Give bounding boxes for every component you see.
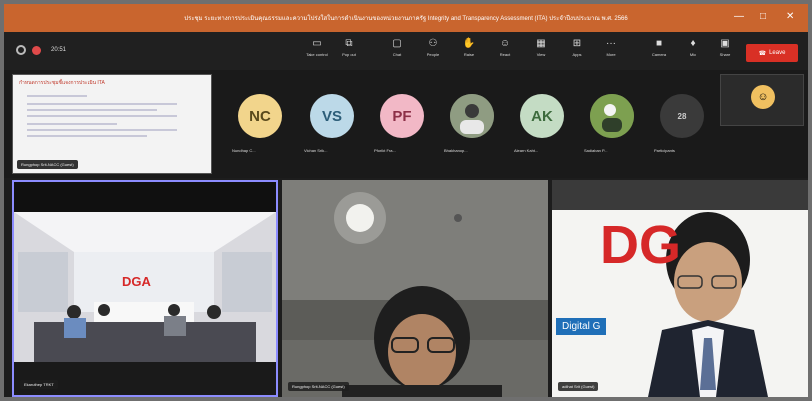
avatar: NC	[238, 94, 282, 138]
hand-icon: ✋	[462, 38, 476, 49]
smile-icon: ☺	[499, 38, 511, 49]
people-button[interactable]: ⚇ People	[418, 38, 448, 57]
presenter-name: Rungphop Srit-NACC (Guest)	[17, 160, 78, 169]
apps-button[interactable]: ⊞ Apps	[562, 38, 592, 57]
doc-line	[27, 135, 147, 137]
dga-banner-text: Digital G	[556, 318, 607, 335]
participants-overflow-tile[interactable]: 28 Participants	[650, 70, 714, 166]
participant-name: Nundhap C...	[232, 148, 256, 153]
participant-name: Bhakhanop...	[444, 148, 468, 153]
speaker-video-image	[282, 180, 548, 397]
popout-icon: ⧉	[345, 38, 353, 49]
participant-name: Pforikt Fra...	[374, 148, 396, 153]
shield-icon	[16, 45, 26, 55]
share-button[interactable]: ▣ Share	[710, 38, 740, 57]
screen-icon: ▭	[312, 38, 322, 49]
self-avatar-icon: ☺	[751, 85, 775, 109]
self-view[interactable]: ☺	[720, 74, 804, 126]
chat-icon: ▢	[392, 38, 402, 49]
meeting-timer: 20:51	[51, 47, 67, 53]
person-photo-icon	[450, 94, 494, 138]
restore-button[interactable]: □	[760, 11, 766, 22]
minimize-button[interactable]: —	[734, 11, 744, 22]
apps-icon: ⊞	[572, 38, 582, 49]
person-photo-icon	[590, 94, 634, 138]
leave-button[interactable]: ☎ Leave	[746, 44, 798, 62]
participant-strip: กำหนดการประชุมชี้แจงการประเมิน ITA Rungp…	[4, 70, 808, 178]
shared-doc-title: กำหนดการประชุมชี้แจงการประเมิน ITA	[19, 80, 105, 86]
participant-name: Sadiaban P...	[584, 148, 608, 153]
video-name-label: adihat Srit (Guest)	[558, 382, 599, 391]
close-button[interactable]: ✕	[786, 11, 794, 22]
participant-name: Vichan Srik...	[304, 148, 328, 153]
chat-button[interactable]: ▢ Chat	[382, 38, 412, 57]
doc-line	[27, 95, 87, 97]
mic-icon: ♦	[690, 38, 696, 49]
raise-hand-button[interactable]: ✋ Raise	[454, 38, 484, 57]
react-button[interactable]: ☺ React	[490, 38, 520, 57]
presenter-video-image	[552, 180, 808, 397]
video-name-label: Ekaruthep TRKT	[20, 380, 58, 389]
dga-logo: DGA	[122, 274, 151, 289]
participant-tile[interactable]: Bhakhanop...	[440, 70, 504, 166]
meeting-status: 20:51	[16, 45, 66, 55]
avatar-photo	[590, 94, 634, 138]
doc-line	[27, 103, 177, 105]
camera-icon: ■	[655, 38, 663, 49]
grid-icon: ▦	[536, 38, 546, 49]
more-icon: ···	[606, 38, 616, 49]
doc-line	[27, 123, 117, 125]
doc-line	[27, 129, 177, 131]
participant-tile[interactable]: Sadiaban P...	[580, 70, 644, 166]
participant-tile[interactable]: VS Vichan Srik...	[300, 70, 364, 166]
avatar: VS	[310, 94, 354, 138]
overflow-count: 28	[660, 94, 704, 138]
pop-out-button[interactable]: ⧉ Pop out	[334, 38, 364, 57]
meeting-toolbar: 20:51 ▭ Take control ⧉ Pop out ▢ Chat ⚇ …	[4, 32, 808, 70]
share-icon: ▣	[720, 38, 730, 49]
people-icon: ⚇	[428, 38, 438, 49]
shared-screen-thumbnail[interactable]: กำหนดการประชุมชี้แจงการประเมิน ITA Rungp…	[12, 74, 212, 174]
video-name-label: Rungphop Srit-NACC (Guest)	[288, 382, 349, 391]
more-button[interactable]: ··· More	[596, 38, 626, 57]
doc-line	[27, 115, 177, 117]
mic-button[interactable]: ♦ Mic	[678, 38, 708, 57]
participant-tile[interactable]: AK Alearn Kaht...	[510, 70, 574, 166]
participant-name: Alearn Kaht...	[514, 148, 539, 153]
participant-tile[interactable]: NC Nundhap C...	[228, 70, 292, 166]
video-tile-speaker[interactable]: Rungphop Srit-NACC (Guest)	[282, 180, 548, 397]
take-control-button[interactable]: ▭ Take control	[302, 38, 332, 57]
avatar: AK	[520, 94, 564, 138]
avatar-photo	[450, 94, 494, 138]
screenshot-frame: ประชุม ระยะทางการประเมินคุณธรรมและความโป…	[0, 0, 812, 401]
participants-label: Participants	[654, 148, 675, 153]
view-button[interactable]: ▦ View	[526, 38, 556, 57]
participant-tile[interactable]: PF Pforikt Fra...	[370, 70, 434, 166]
dga-logo: DG	[600, 215, 681, 275]
teams-window: ประชุม ระยะทางการประเมินคุณธรรมและความโป…	[4, 4, 808, 397]
phone-hangup-icon: ☎	[758, 50, 767, 57]
video-tile-presenter[interactable]: DG Digital G adihat Srit (Guest)	[552, 180, 808, 397]
meeting-title: ประชุม ระยะทางการประเมินคุณธรรมและความโป…	[184, 16, 628, 22]
doc-line	[27, 109, 157, 111]
camera-button[interactable]: ■ Camera	[644, 38, 674, 57]
avatar: PF	[380, 94, 424, 138]
recording-icon	[32, 45, 41, 55]
video-tile-room[interactable]: DGA Ekaruthep TRKT	[12, 180, 278, 397]
title-bar: ประชุม ระยะทางการประเมินคุณธรรมและความโป…	[4, 4, 808, 32]
